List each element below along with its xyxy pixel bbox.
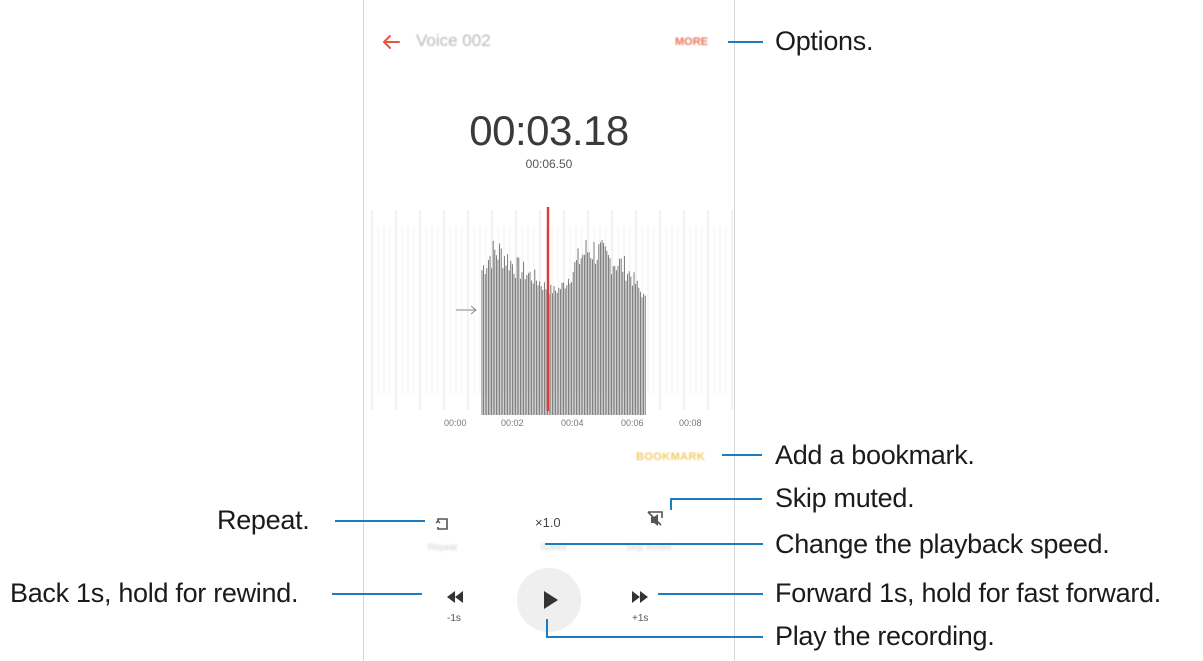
- skip-callout-line: [670, 498, 762, 500]
- speed-callout-line: [545, 543, 763, 545]
- rewind-icon[interactable]: [444, 586, 466, 608]
- skip-muted-icon[interactable]: [644, 508, 666, 530]
- speed-callout: Change the playback speed.: [775, 529, 1110, 559]
- repeat-callout-line: [335, 520, 425, 522]
- skip-muted-callout: Skip muted.: [775, 483, 915, 513]
- waveform-start-marker: [456, 305, 477, 315]
- repeat-icon[interactable]: [432, 513, 454, 535]
- play-button[interactable]: [517, 568, 581, 632]
- waveform[interactable]: [364, 205, 736, 415]
- bookmark-callout-line: [722, 454, 762, 456]
- timeline-tick: 00:04: [561, 418, 584, 428]
- timeline-tick: 00:08: [679, 418, 702, 428]
- timeline-tick: 00:00: [444, 418, 467, 428]
- play-icon: [544, 591, 558, 609]
- fast-forward-icon[interactable]: [629, 586, 651, 608]
- options-callout-line: [728, 41, 763, 43]
- recording-title: Voice 002: [416, 31, 491, 50]
- total-duration: 00:06.50: [525, 157, 573, 171]
- forward-callout: Forward 1s, hold for fast forward.: [775, 578, 1161, 608]
- timeline-tick: 00:02: [501, 418, 524, 428]
- forward-callout-line: [658, 593, 763, 595]
- rewind-label: -1s: [447, 613, 461, 624]
- play-callout-line: [546, 636, 763, 638]
- repeat-callout: Repeat.: [217, 505, 310, 535]
- back-callout-line: [332, 593, 422, 595]
- skip-callout-line-drop: [670, 498, 672, 510]
- options-callout: Options.: [775, 26, 874, 56]
- bookmark-button[interactable]: BOOKMARK: [636, 451, 705, 463]
- bookmark-callout: Add a bookmark.: [775, 440, 975, 470]
- more-button[interactable]: MORE: [675, 36, 708, 48]
- repeat-label: Repeat: [428, 542, 458, 552]
- forward-label: +1s: [632, 613, 649, 624]
- phone-screen: Voice 002 MORE 00:03.18 00:06.50 00:00 0…: [363, 0, 735, 661]
- play-callout: Play the recording.: [775, 621, 995, 651]
- timeline-tick: 00:06: [621, 418, 644, 428]
- back-arrow-icon[interactable]: [379, 30, 403, 54]
- elapsed-time: 00:03.18: [469, 107, 629, 154]
- speed-button[interactable]: ×1.0: [535, 515, 561, 530]
- back-callout: Back 1s, hold for rewind.: [10, 578, 299, 608]
- play-callout-line-drop: [546, 619, 548, 637]
